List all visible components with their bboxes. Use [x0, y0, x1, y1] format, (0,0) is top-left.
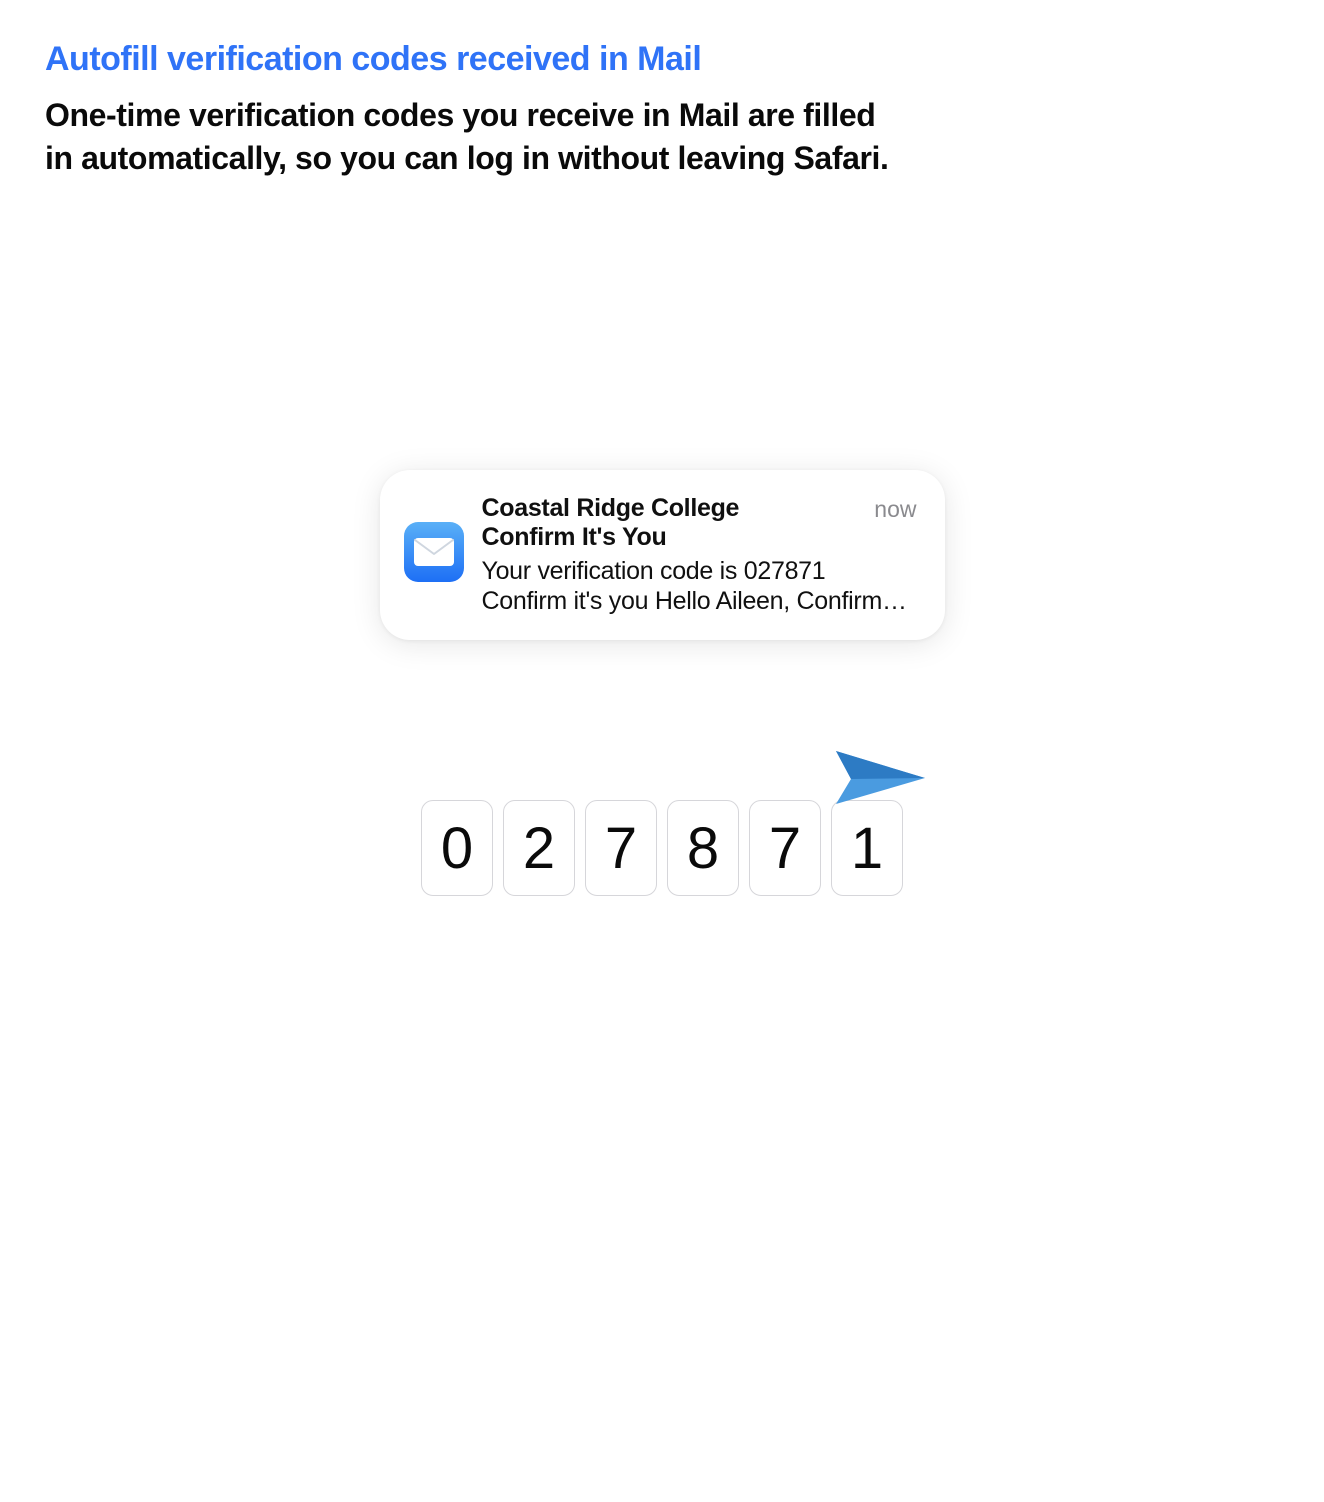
code-digit-1[interactable]: 0	[421, 800, 493, 896]
verification-code-row: 0 2 7 8 7 1	[421, 800, 903, 896]
notification-header-row: Coastal Ridge College now	[482, 494, 917, 523]
mail-icon	[404, 522, 464, 582]
paper-plane-icon	[833, 746, 928, 816]
notification-time: now	[874, 496, 916, 523]
verification-code-area: 0 2 7 8 7 1	[45, 800, 1279, 896]
code-digit-3[interactable]: 7	[585, 800, 657, 896]
notification-body: Coastal Ridge College now Confirm It's Y…	[482, 494, 917, 616]
code-digit-5[interactable]: 7	[749, 800, 821, 896]
page-title: Autofill verification codes received in …	[45, 40, 1279, 79]
notification-sender: Coastal Ridge College	[482, 494, 740, 523]
code-digit-4[interactable]: 8	[667, 800, 739, 896]
notification-subject: Confirm It's You	[482, 523, 917, 552]
notification-area: Coastal Ridge College now Confirm It's Y…	[45, 470, 1279, 640]
mail-notification-card[interactable]: Coastal Ridge College now Confirm It's Y…	[380, 470, 945, 640]
code-digit-2[interactable]: 2	[503, 800, 575, 896]
notification-preview: Your verification code is 027871 Confirm…	[482, 556, 917, 616]
page-description: One-time verification codes you receive …	[45, 94, 895, 180]
